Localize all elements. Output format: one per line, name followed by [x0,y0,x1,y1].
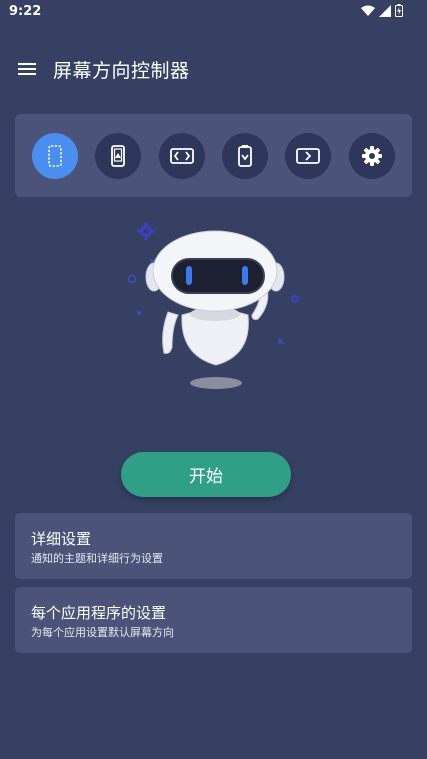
landscape-arrows-icon [170,148,194,164]
mode-landscape-button[interactable] [159,133,205,179]
app-title: 屏幕方向控制器 [53,60,190,82]
wifi-icon [361,5,375,16]
per-app-settings-card[interactable]: 每个应用程序的设置 为每个应用设置默认屏幕方向 [15,587,412,653]
hamburger-menu-icon [18,63,36,75]
card-subtitle: 通知的主题和详细行为设置 [31,552,163,565]
orientation-mode-panel [15,114,412,197]
signal-icon [379,4,391,17]
status-icons [361,4,403,17]
portrait-outline-icon [48,145,62,167]
menu-button[interactable] [14,56,40,82]
robot-shadow [190,377,242,389]
robot-illustration [127,222,299,389]
auto-rotate-portrait-icon [111,145,125,167]
status-time: 9:22 [9,4,42,19]
mode-auto-rotate-portrait-button[interactable] [95,133,141,179]
mode-portrait-lock-button[interactable] [222,133,268,179]
app-bar: 屏幕方向控制器 [0,46,427,92]
reverse-landscape-icon [296,148,320,164]
portrait-lock-icon [238,145,252,167]
card-subtitle: 为每个应用设置默认屏幕方向 [31,626,174,639]
detailed-settings-card[interactable]: 详细设置 通知的主题和详细行为设置 [15,513,412,579]
mode-portrait-outline-button[interactable] [32,133,78,179]
card-title: 每个应用程序的设置 [31,604,167,622]
battery-icon [395,4,403,17]
card-title: 详细设置 [31,530,92,548]
start-button[interactable]: 开始 [121,452,291,497]
status-bar: 9:22 [0,0,427,24]
settings-button[interactable] [349,133,395,179]
settings-gear-icon [362,146,382,166]
mode-reverse-landscape-button[interactable] [285,133,331,179]
